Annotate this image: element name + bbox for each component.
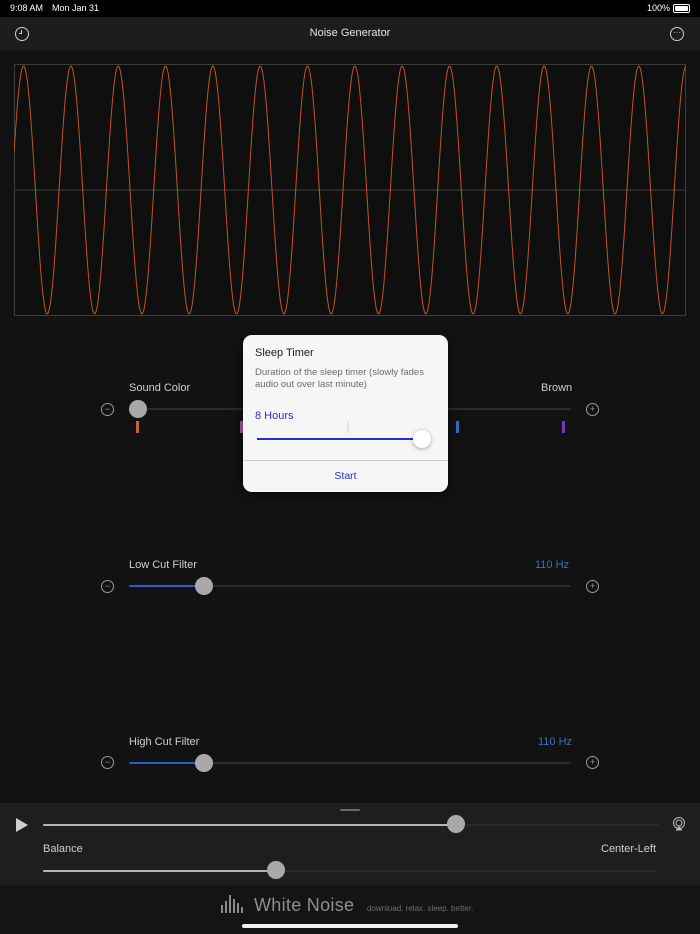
sound-color-knob[interactable] <box>129 400 147 418</box>
waveform-svg <box>14 65 686 315</box>
play-icon[interactable] <box>15 817 29 833</box>
nav-bar: Noise Generator ··· <box>0 17 700 51</box>
sleep-duration-value: 8 Hours <box>255 410 294 422</box>
high-cut-decrease-icon[interactable]: − <box>101 756 114 769</box>
page-title: Noise Generator <box>309 27 391 39</box>
balance-knob[interactable] <box>267 861 286 879</box>
start-button[interactable]: Start <box>243 470 448 482</box>
balance-label: Balance <box>43 843 83 855</box>
sleep-timer-knob[interactable] <box>413 430 431 448</box>
sleep-timer-popup: Sleep Timer Duration of the sleep timer … <box>243 335 448 492</box>
popup-description: Duration of the sleep timer (slowly fade… <box>255 367 424 390</box>
popup-title: Sleep Timer <box>255 347 314 359</box>
more-icon[interactable]: ··· <box>670 27 684 41</box>
low-cut-decrease-icon[interactable]: − <box>101 580 114 593</box>
volume-fill <box>43 824 456 826</box>
status-bar: 9:08 AM Mon Jan 31 100% <box>0 0 700 17</box>
sound-color-tick-blue <box>456 421 459 433</box>
sound-color-value: Brown <box>541 382 573 394</box>
brand-name: White Noise <box>254 895 355 915</box>
footer-banner: White Noise download. relax. sleep. bett… <box>0 885 700 934</box>
high-cut-increase-icon[interactable]: + <box>586 756 599 769</box>
sound-color-decrease-icon[interactable]: − <box>101 403 114 416</box>
high-cut-fill <box>129 762 205 764</box>
high-cut-value: 110 Hz <box>538 736 573 748</box>
status-date: Mon Jan 31 <box>52 3 100 13</box>
status-time: 9:08 AM <box>10 3 44 13</box>
brand-tagline: download. relax. sleep. better. <box>367 904 474 913</box>
high-cut-knob[interactable] <box>195 754 214 772</box>
sound-color-increase-icon[interactable]: + <box>586 403 599 416</box>
battery-icon <box>673 4 690 13</box>
low-cut-label: Low Cut Filter <box>129 559 197 571</box>
balance-value: Center-Left <box>601 843 657 855</box>
sound-color-tick-violet <box>562 421 565 433</box>
low-cut-fill <box>129 585 205 587</box>
balance-fill <box>43 870 277 872</box>
low-cut-increase-icon[interactable]: + <box>586 580 599 593</box>
volume-knob[interactable] <box>446 815 465 833</box>
battery-percent: 100% <box>647 3 671 13</box>
home-indicator <box>242 924 458 928</box>
airplay-icon[interactable] <box>672 817 686 831</box>
white-noise-logo-icon <box>221 895 243 913</box>
sound-color-label: Sound Color <box>129 382 191 394</box>
drag-handle[interactable] <box>340 809 360 811</box>
waveform-display <box>14 64 686 316</box>
low-cut-value: 110 Hz <box>535 559 570 571</box>
player-panel: Balance Center-Left <box>0 803 700 885</box>
high-cut-label: High Cut Filter <box>129 736 200 748</box>
popup-divider <box>243 460 448 461</box>
sound-color-tick-brown <box>136 421 139 433</box>
sleep-timer-slider[interactable] <box>257 438 422 440</box>
low-cut-knob[interactable] <box>195 577 214 595</box>
sleep-timer-marker <box>347 421 349 433</box>
